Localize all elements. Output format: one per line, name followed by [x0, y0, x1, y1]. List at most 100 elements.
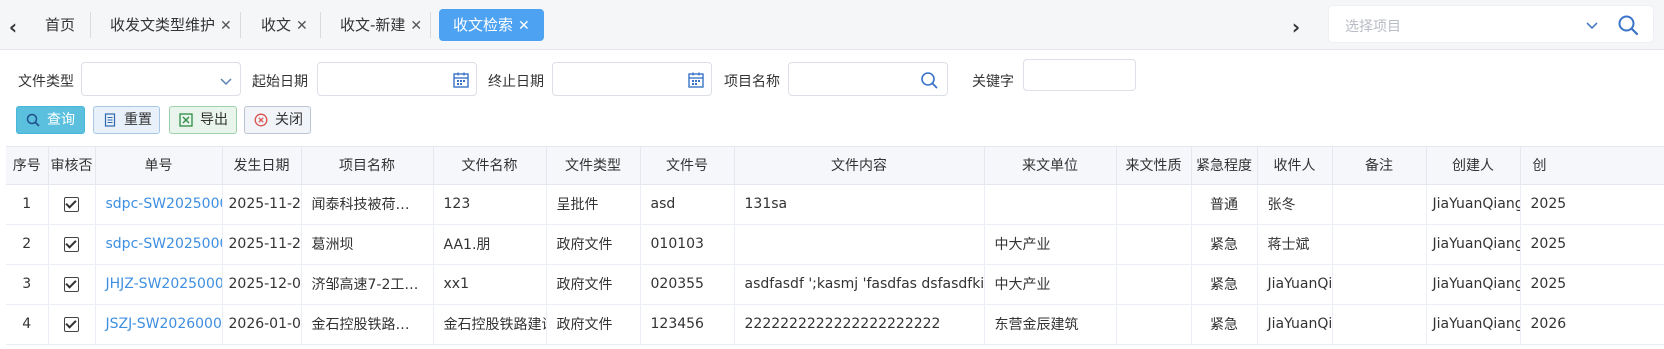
date-cell: 2026-01-05	[222, 304, 302, 345]
chevron-down-icon	[220, 78, 232, 86]
project-cell: 济邹高速7-2工区…	[301, 264, 434, 305]
column-header[interactable]: 发生日期	[222, 147, 302, 185]
receiver-cell: 张冬	[1257, 184, 1333, 225]
column-header[interactable]: 紧急程度	[1191, 147, 1258, 185]
project-select[interactable]: 选择项目	[1328, 5, 1654, 43]
audited-checkbox-cell	[48, 224, 96, 265]
column-header[interactable]: 项目名称	[301, 147, 434, 185]
column-header[interactable]: 备注	[1332, 147, 1427, 185]
file-no-cell: 123456	[640, 304, 735, 345]
receiver-cell: JiaYuanQiang	[1257, 264, 1333, 305]
column-header[interactable]: 文件类型	[546, 147, 641, 185]
end-date-input[interactable]	[552, 62, 712, 96]
table-row[interactable]: 4 JSZJ-SW2026000001 2026-01-05 金石控股铁路建… …	[6, 304, 1664, 345]
search-icon[interactable]	[920, 71, 938, 89]
table-row[interactable]: 1 sdpc-SW2025000001 2025-11-21 闻泰科技被荷兰锤 …	[6, 184, 1664, 225]
file-no-cell: asd	[640, 184, 735, 225]
tab-bar: ‹ 首页 收发文类型维护 ✕ 收文 ✕ 收文-新建 ✕ 收文检索 ✕ › 选择项目	[0, 0, 1664, 50]
tab-scroll-right-icon[interactable]: ›	[1287, 16, 1305, 38]
document-icon	[104, 113, 116, 127]
tab-doc-type-maintenance[interactable]: 收发文类型维护 ✕	[110, 9, 232, 41]
tab-close-icon[interactable]: ✕	[296, 10, 308, 42]
query-button[interactable]: 查询	[16, 106, 85, 134]
column-header[interactable]: 收件人	[1257, 147, 1333, 185]
export-button[interactable]: 导出	[169, 106, 237, 134]
nature-cell	[1116, 184, 1192, 225]
column-header[interactable]: 来文单位	[984, 147, 1117, 185]
tab-label: 首页	[45, 16, 76, 34]
file-type-cell: 政府文件	[546, 224, 641, 265]
order-number-link[interactable]: JSZJ-SW2026000001	[95, 304, 223, 345]
file-no-cell: 020355	[640, 264, 735, 305]
table-row[interactable]: 2 sdpc-SW2025000002 2025-11-22 葛洲坝 AA1.朋…	[6, 224, 1664, 265]
audited-checkbox[interactable]	[64, 236, 79, 252]
row-number: 2	[6, 224, 49, 265]
created-cell: 2026	[1520, 304, 1664, 345]
column-header[interactable]: 文件内容	[734, 147, 985, 185]
tab-divider	[320, 12, 321, 38]
tab-incoming[interactable]: 收文 ✕	[261, 9, 308, 41]
audited-checkbox-cell	[48, 184, 96, 225]
tab-close-icon[interactable]: ✕	[518, 10, 530, 42]
column-header[interactable]: 文件号	[640, 147, 735, 185]
audited-checkbox[interactable]	[64, 196, 79, 212]
column-header[interactable]: 单号	[95, 147, 223, 185]
calendar-icon[interactable]	[687, 71, 705, 89]
tab-scroll-left-icon[interactable]: ‹	[4, 16, 22, 38]
tab-home[interactable]: 首页	[45, 9, 75, 41]
order-number-link[interactable]: JHJZ-SW2025000003	[95, 264, 223, 305]
from-unit-cell	[984, 184, 1117, 225]
file-name-cell: AA1.朋	[433, 224, 547, 265]
start-date-input[interactable]	[317, 62, 477, 96]
project-select-placeholder: 选择项目	[1345, 19, 1401, 35]
column-header[interactable]: 来文性质	[1116, 147, 1192, 185]
tab-incoming-new[interactable]: 收文-新建 ✕	[340, 9, 422, 41]
urgency-cell: 紧急	[1191, 264, 1258, 305]
content-cell: 131sa	[734, 184, 985, 225]
file-name-cell: 金石控股铁路建设	[433, 304, 547, 345]
order-number-link[interactable]: sdpc-SW2025000001	[95, 184, 223, 225]
file-type-cell: 政府文件	[546, 304, 641, 345]
remark-cell	[1332, 264, 1427, 305]
column-header[interactable]: 创建人	[1426, 147, 1521, 185]
file-type-cell: 政府文件	[546, 264, 641, 305]
order-number-link[interactable]: sdpc-SW2025000002	[95, 224, 223, 265]
end-date-label: 终止日期	[488, 74, 544, 90]
column-header[interactable]: 审核否	[48, 147, 96, 185]
search-icon	[26, 113, 40, 127]
audited-checkbox[interactable]	[64, 276, 79, 292]
calendar-icon[interactable]	[452, 71, 470, 89]
row-number: 3	[6, 264, 49, 305]
project-cell: 金石控股铁路建…	[301, 304, 434, 345]
audited-checkbox[interactable]	[64, 316, 79, 332]
doc-type-select[interactable]	[81, 62, 241, 96]
tab-close-icon[interactable]: ✕	[220, 10, 232, 42]
tab-incoming-search[interactable]: 收文检索 ✕	[439, 9, 544, 41]
nature-cell	[1116, 264, 1192, 305]
reset-button-label: 重置	[124, 112, 152, 128]
tab-label: 收文检索	[453, 16, 514, 34]
tab-close-icon[interactable]: ✕	[410, 10, 422, 42]
keyword-label: 关键字	[972, 74, 1014, 90]
table-header-row: 序号 审核否 单号 发生日期 项目名称 文件名称 文件类型 文件号 文件内容 来…	[6, 147, 1664, 185]
file-name-cell: 123	[433, 184, 547, 225]
content-cell: asdfasdf ';kasmj 'fasdfas dsfasdfkijasdf…	[734, 264, 985, 305]
urgency-cell: 紧急	[1191, 304, 1258, 345]
creator-cell: JiaYuanQiang	[1426, 184, 1521, 225]
creator-cell: JiaYuanQiang	[1426, 264, 1521, 305]
nature-cell	[1116, 304, 1192, 345]
column-header[interactable]: 创	[1520, 147, 1664, 185]
column-header[interactable]: 文件名称	[433, 147, 547, 185]
nature-cell	[1116, 224, 1192, 265]
file-name-cell: xx1	[433, 264, 547, 305]
column-header[interactable]: 序号	[6, 147, 49, 185]
tab-divider	[90, 12, 91, 38]
project-name-input[interactable]	[788, 62, 948, 96]
reset-button[interactable]: 重置	[93, 106, 160, 134]
close-button[interactable]: 关闭	[244, 106, 311, 134]
query-button-label: 查询	[47, 112, 75, 128]
keyword-input[interactable]	[1023, 59, 1136, 91]
table-row[interactable]: 3 JHJZ-SW2025000003 2025-12-06 济邹高速7-2工区…	[6, 264, 1664, 305]
row-number: 4	[6, 304, 49, 345]
search-icon[interactable]	[1617, 14, 1639, 36]
